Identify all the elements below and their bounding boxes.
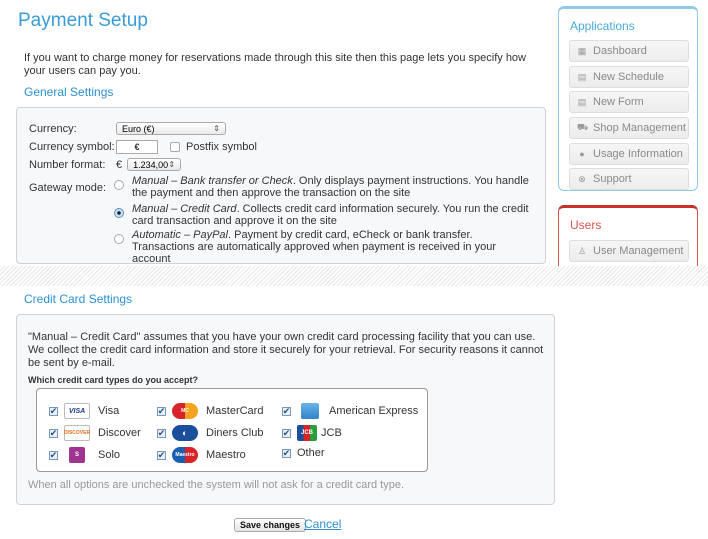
solo-checkbox[interactable]: ✔ bbox=[49, 450, 58, 460]
lifebuoy-icon: ⊗ bbox=[578, 173, 586, 184]
postfix-label: Postfix symbol bbox=[186, 141, 257, 153]
discover-checkbox[interactable]: ✔ bbox=[49, 428, 58, 438]
nav-dashboard[interactable]: ▦ Dashboard bbox=[569, 40, 689, 62]
card-option-other[interactable]: ✔ Other bbox=[282, 447, 325, 459]
card-option-diners[interactable]: ✔ ◐ Diners Club bbox=[157, 425, 263, 441]
number-format-select[interactable]: 1.234,00 ⇕ bbox=[127, 158, 182, 171]
applications-panel: Applications ▦ Dashboard ▤ New Schedule ▤ N… bbox=[558, 6, 698, 191]
number-format-label: Number format: bbox=[29, 158, 106, 171]
solo-logo-icon: S bbox=[69, 447, 85, 463]
gateway-label: Gateway mode: bbox=[29, 182, 107, 194]
general-settings-panel: Currency: Euro (€) ⇕ Currency symbol: € … bbox=[16, 107, 546, 265]
cancel-link[interactable]: Cancel bbox=[304, 517, 341, 531]
page-title: Payment Setup bbox=[18, 10, 148, 31]
currency-label: Currency: bbox=[29, 122, 77, 135]
gateway-option-text: Manual – Credit Card. Collects credit ca… bbox=[132, 203, 529, 227]
users-panel: Users ♙ User Management bbox=[558, 205, 698, 275]
card-option-mastercard[interactable]: ✔ MC MasterCard bbox=[157, 403, 263, 419]
form-icon: ▤ bbox=[577, 96, 587, 107]
card-types-box: ✔ VISA Visa ✔ DISCOVER Discover ✔ S Solo… bbox=[36, 388, 428, 472]
user-icon: ♙ bbox=[577, 245, 587, 256]
number-format-row: Number format: € 1.234,00 ⇕ bbox=[29, 158, 182, 171]
currency-symbol-input[interactable]: € bbox=[116, 140, 158, 154]
credit-card-settings-title: Credit Card Settings bbox=[24, 292, 133, 306]
jcb-logo-icon: JCB bbox=[297, 425, 317, 441]
card-types-note: When all options are unchecked the syste… bbox=[28, 479, 405, 491]
currency-select[interactable]: Euro (€) ⇕ bbox=[116, 122, 226, 135]
diners-checkbox[interactable]: ✔ bbox=[157, 428, 166, 438]
nav-new-schedule[interactable]: ▤ New Schedule bbox=[569, 66, 689, 88]
gateway-radio[interactable] bbox=[114, 234, 124, 244]
select-arrows-icon: ⇕ bbox=[168, 160, 176, 169]
gateway-option-credit-card[interactable]: Manual – Credit Card. Collects credit ca… bbox=[114, 203, 534, 227]
visa-checkbox[interactable]: ✔ bbox=[49, 406, 58, 416]
info-icon: ● bbox=[579, 149, 585, 159]
credit-card-settings-panel: "Manual – Credit Card" assumes that you … bbox=[16, 314, 555, 505]
card-option-jcb[interactable]: ✔ JCB JCB bbox=[282, 425, 342, 441]
credit-card-description: "Manual – Credit Card" assumes that you … bbox=[28, 331, 544, 369]
save-changes-button[interactable]: Save changes bbox=[234, 518, 307, 532]
nav-support[interactable]: ⊗ Support bbox=[569, 168, 689, 190]
gateway-option-text: Manual – Bank transfer or Check. Only di… bbox=[132, 175, 529, 199]
card-option-maestro[interactable]: ✔ Maestro Maestro bbox=[157, 447, 246, 463]
currency-symbol-label: Currency symbol: bbox=[29, 141, 115, 153]
gateway-radio[interactable] bbox=[114, 180, 124, 190]
number-format-value: 1.234,00 bbox=[133, 159, 169, 170]
currency-row: Currency: Euro (€) ⇕ bbox=[29, 122, 226, 135]
jcb-checkbox[interactable]: ✔ bbox=[282, 428, 291, 438]
users-title: Users bbox=[570, 218, 602, 232]
card-option-solo[interactable]: ✔ S Solo bbox=[49, 447, 120, 463]
currency-value: Euro (€) bbox=[122, 123, 155, 134]
nav-usage-information[interactable]: ● Usage Information bbox=[569, 143, 689, 165]
other-checkbox[interactable]: ✔ bbox=[282, 448, 291, 458]
page-break-divider bbox=[0, 266, 708, 286]
gateway-option-paypal[interactable]: Automatic – PayPal. Payment by credit ca… bbox=[114, 229, 534, 265]
maestro-logo-icon: Maestro bbox=[172, 447, 198, 463]
maestro-checkbox[interactable]: ✔ bbox=[157, 450, 166, 460]
discover-logo-icon: DISCOVER bbox=[64, 425, 90, 441]
currency-symbol-row: Currency symbol: € Postfix symbol bbox=[29, 140, 257, 154]
card-option-discover[interactable]: ✔ DISCOVER Discover bbox=[49, 425, 141, 441]
visa-logo-icon: VISA bbox=[64, 403, 90, 419]
intro-text: If you want to charge money for reservat… bbox=[24, 52, 526, 77]
mastercard-logo-icon: MC bbox=[172, 403, 198, 419]
gateway-option-bank[interactable]: Manual – Bank transfer or Check. Only di… bbox=[114, 175, 534, 199]
cart-icon: ⛟ bbox=[577, 122, 589, 132]
amex-logo-icon bbox=[301, 403, 319, 419]
card-option-amex[interactable]: ✔ American Express bbox=[282, 403, 418, 419]
gateway-radio-selected[interactable] bbox=[114, 208, 124, 218]
nav-new-form[interactable]: ▤ New Form bbox=[569, 91, 689, 113]
general-settings-title: General Settings bbox=[24, 85, 114, 99]
dashboard-icon: ▦ bbox=[577, 45, 587, 56]
calendar-icon: ▤ bbox=[577, 71, 587, 82]
mastercard-checkbox[interactable]: ✔ bbox=[157, 406, 166, 416]
card-option-visa[interactable]: ✔ VISA Visa bbox=[49, 403, 119, 419]
amex-checkbox[interactable]: ✔ bbox=[282, 406, 291, 416]
card-types-question: Which credit card types do you accept? bbox=[28, 375, 199, 385]
diners-logo-icon: ◐ bbox=[172, 425, 198, 441]
number-prefix: € bbox=[116, 158, 123, 171]
applications-title: Applications bbox=[570, 19, 635, 33]
postfix-checkbox[interactable] bbox=[170, 142, 180, 152]
nav-user-management[interactable]: ♙ User Management bbox=[569, 240, 689, 262]
gateway-option-text: Automatic – PayPal. Payment by credit ca… bbox=[132, 229, 496, 265]
select-arrows-icon: ⇕ bbox=[213, 124, 220, 133]
nav-shop-management[interactable]: ⛟ Shop Management bbox=[569, 117, 689, 139]
